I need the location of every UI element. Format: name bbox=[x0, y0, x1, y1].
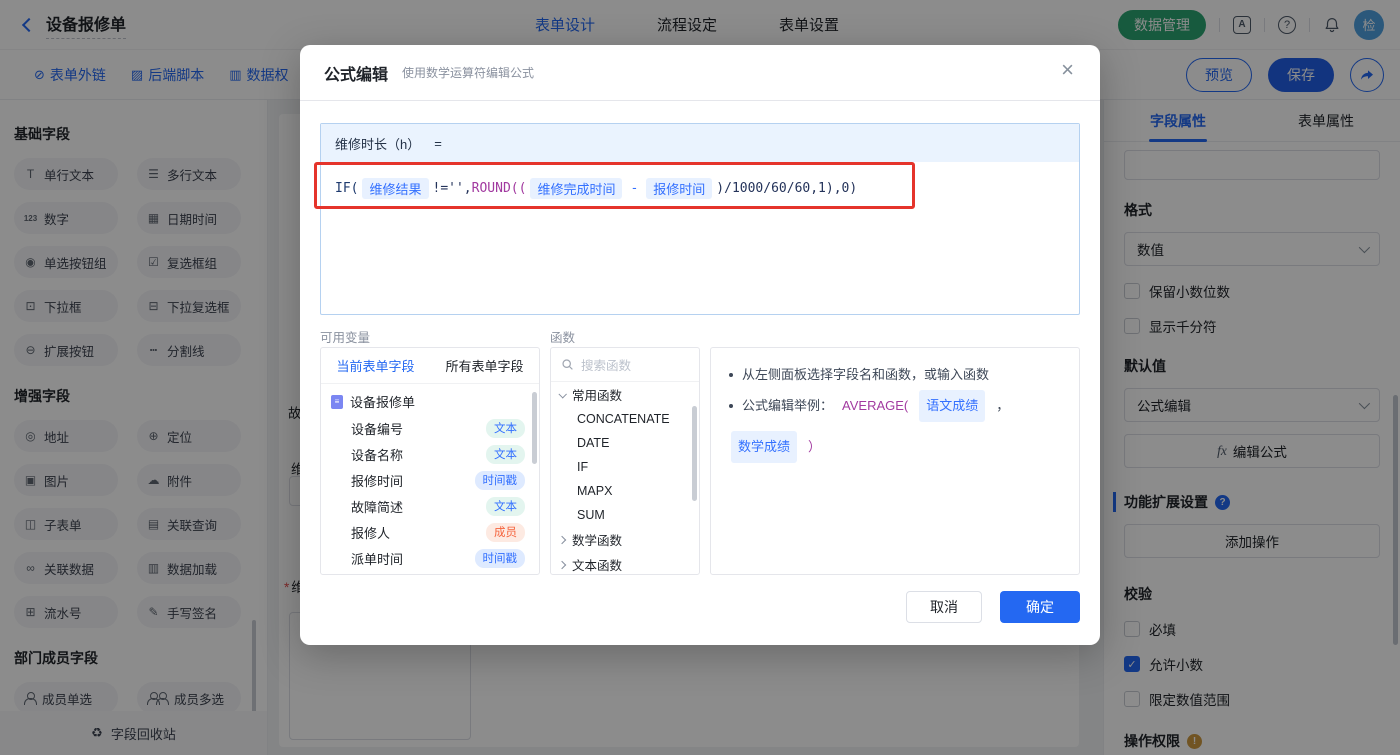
formula-target-field: 维修时长（h） bbox=[335, 136, 421, 152]
tree-root-form[interactable]: ≡ 设备报修单 bbox=[321, 384, 539, 415]
type-badge: 时间戳 bbox=[474, 548, 525, 568]
formula-tips-panel: 从左侧面板选择字段名和函数，或输入函数 公式编辑举例： AVERAGE(语文成绩，… bbox=[710, 347, 1080, 575]
variable-row[interactable]: 派单时间 时间戳 bbox=[321, 545, 539, 571]
functions-label: 函数 bbox=[550, 331, 576, 345]
tab-current-form-fields[interactable]: 当前表单字段 bbox=[336, 356, 414, 375]
type-badge: 成员 bbox=[486, 522, 525, 542]
bullet-dot bbox=[729, 404, 733, 408]
variable-row[interactable]: 故障简述 文本 bbox=[321, 493, 539, 519]
tip-example-line: 公式编辑举例： AVERAGE(语文成绩，数学成绩） bbox=[729, 390, 1061, 463]
function-item[interactable]: CONCATENATE bbox=[551, 407, 699, 431]
variables-panel: 当前表单字段 所有表单字段 ≡ 设备报修单 设备编号 文本 设备名称 文本 报修时间… bbox=[320, 347, 540, 575]
variable-row[interactable]: 设备编号 文本 bbox=[321, 415, 539, 441]
confirm-button[interactable]: 确定 bbox=[1000, 591, 1080, 623]
field-chip: 数学成绩 bbox=[731, 431, 798, 463]
variables-scrollbar[interactable] bbox=[532, 392, 537, 464]
function-item[interactable]: MAPX bbox=[551, 479, 699, 503]
function-group-text[interactable]: 文本函数 bbox=[551, 552, 699, 574]
type-badge: 文本 bbox=[486, 418, 525, 438]
field-chip: 语文成绩 bbox=[919, 390, 986, 422]
modal-subtitle: 使用数学运算符编辑公式 bbox=[402, 66, 535, 80]
cancel-button[interactable]: 取消 bbox=[906, 591, 982, 623]
type-badge: 时间戳 bbox=[474, 470, 525, 490]
tab-all-form-fields[interactable]: 所有表单字段 bbox=[445, 356, 523, 375]
close-icon[interactable]: × bbox=[1061, 59, 1074, 81]
function-group-common[interactable]: 常用函数 bbox=[551, 382, 699, 407]
red-annotation-box bbox=[314, 162, 915, 209]
function-item[interactable]: DATE bbox=[551, 431, 699, 455]
type-badge: 文本 bbox=[486, 444, 525, 464]
formula-editor-modal: 公式编辑 使用数学运算符编辑公式 × 维修时长（h） = IF( 维修结果 !=… bbox=[300, 45, 1100, 645]
tip-line: 从左侧面板选择字段名和函数，或输入函数 bbox=[729, 360, 1061, 390]
variable-row[interactable]: 设备名称 文本 bbox=[321, 441, 539, 467]
search-icon bbox=[562, 359, 573, 370]
functions-panel: 搜索函数 常用函数 CONCATENATE DATE IF MAPX SUM 数… bbox=[550, 347, 700, 575]
bullet-dot bbox=[729, 373, 733, 377]
variable-row[interactable]: 报修时间 时间戳 bbox=[321, 467, 539, 493]
variables-label: 可用变量 bbox=[320, 331, 371, 345]
form-doc-icon: ≡ bbox=[331, 394, 343, 409]
type-badge: 文本 bbox=[486, 496, 525, 516]
search-placeholder: 搜索函数 bbox=[581, 359, 632, 373]
function-item[interactable]: IF bbox=[551, 455, 699, 479]
formula-target-row: 维修时长（h） = bbox=[321, 124, 1079, 162]
function-search-input[interactable]: 搜索函数 bbox=[551, 348, 699, 382]
function-item[interactable]: SUM bbox=[551, 503, 699, 527]
variable-row[interactable]: 报修人 成员 bbox=[321, 519, 539, 545]
chevron-right-icon bbox=[557, 560, 567, 569]
chevron-right-icon bbox=[557, 535, 567, 544]
equals-sign: = bbox=[434, 135, 442, 151]
functions-scrollbar[interactable] bbox=[692, 406, 697, 501]
chevron-down-icon bbox=[558, 389, 567, 399]
function-group-math[interactable]: 数学函数 bbox=[551, 527, 699, 552]
modal-title: 公式编辑 bbox=[324, 66, 389, 84]
formula-editor[interactable]: 维修时长（h） = IF( 维修结果 !='', ROUND(( 维修完成时间 … bbox=[320, 123, 1080, 315]
